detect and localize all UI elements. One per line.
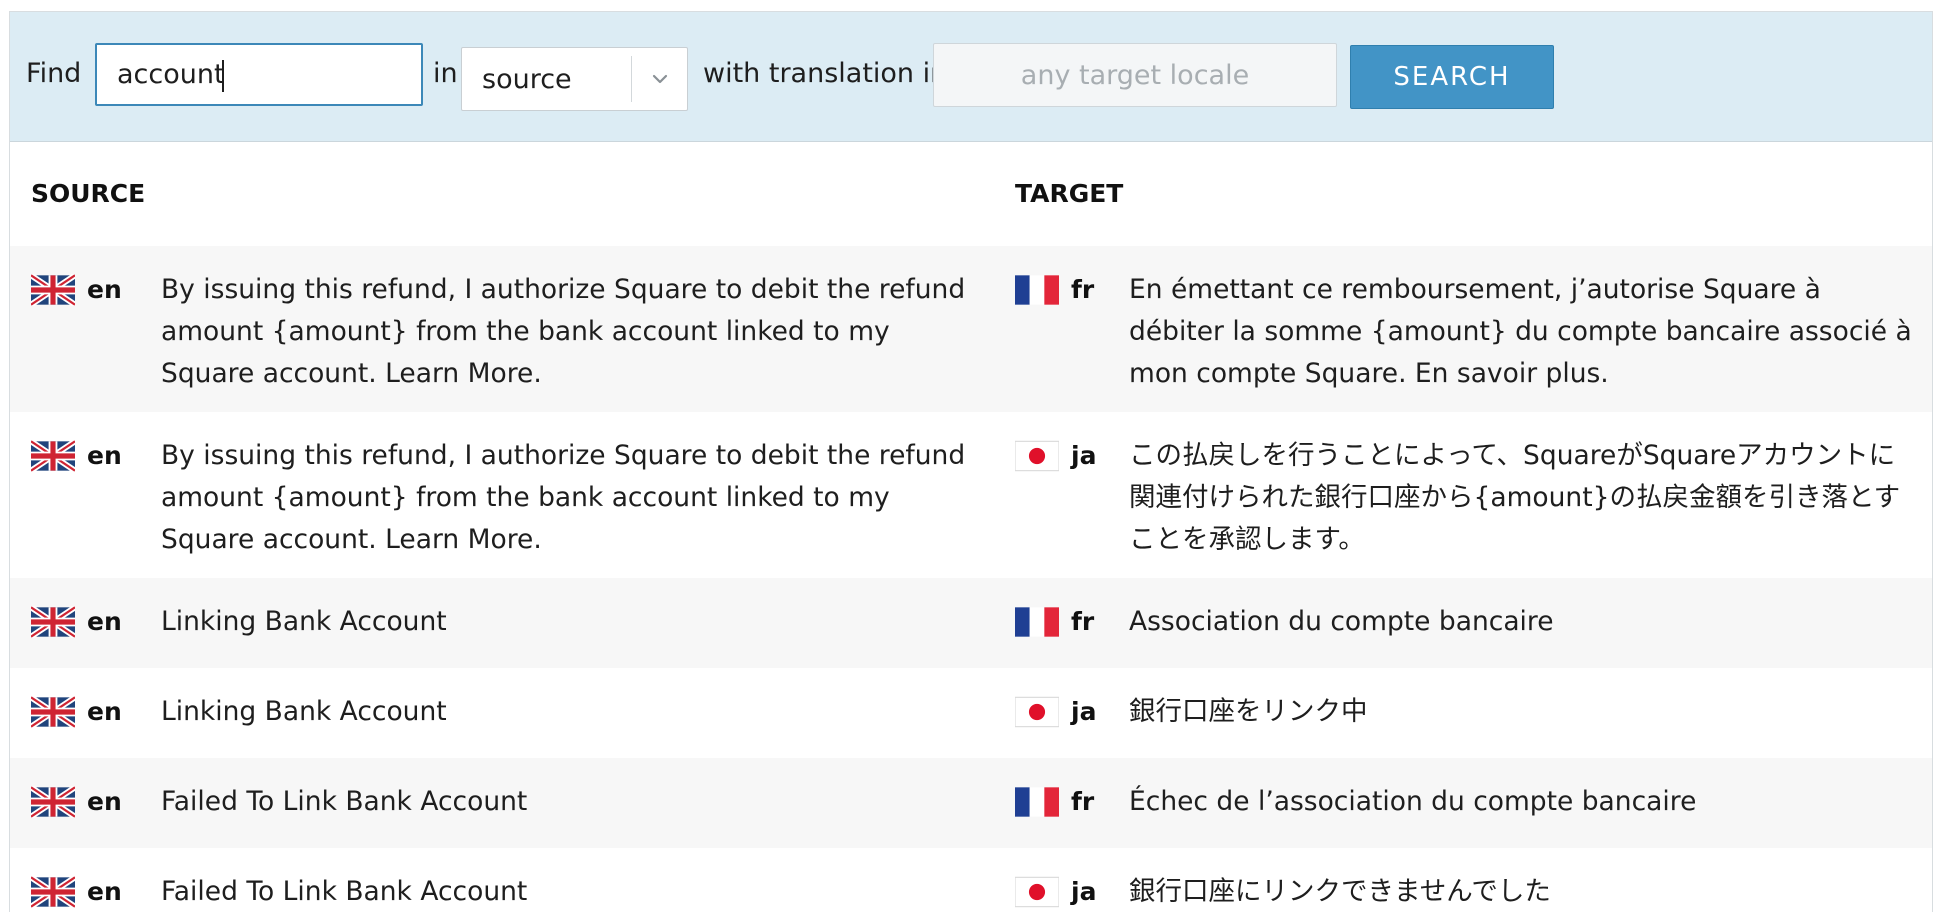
- uk-flag-icon: [31, 876, 75, 908]
- search-bar: Find in source with translation in SEARC…: [10, 12, 1932, 142]
- source-locale: en: [87, 877, 122, 906]
- japan-flag-icon: [1015, 876, 1059, 908]
- table-row[interactable]: en By issuing this refund, I authorize S…: [10, 246, 1932, 412]
- chevron-down-icon[interactable]: [645, 66, 675, 92]
- source-locale: en: [87, 275, 122, 304]
- target-text: この払戻しを行うことによって、SquareがSquareアカウントに関連付けられ…: [1129, 440, 1901, 555]
- source-text: Failed To Link Bank Account: [161, 876, 528, 907]
- translation-locale-label: with translation in: [703, 58, 948, 89]
- source-locale: en: [87, 607, 122, 636]
- table-row[interactable]: en Linking Bank Account fr Association d…: [10, 578, 1932, 668]
- table-row[interactable]: en Linking Bank Account ja 銀行口座をリンク中: [10, 668, 1932, 758]
- source-text: Linking Bank Account: [161, 696, 447, 727]
- search-query-input[interactable]: [95, 43, 423, 106]
- target-text: 銀行口座をリンク中: [1129, 696, 1368, 727]
- table-row[interactable]: en By issuing this refund, I authorize S…: [10, 412, 1932, 578]
- search-button[interactable]: SEARCH: [1350, 45, 1554, 109]
- target-column-header: TARGET: [1015, 179, 1124, 208]
- uk-flag-icon: [31, 274, 75, 306]
- target-locale: fr: [1071, 275, 1095, 304]
- uk-flag-icon: [31, 606, 75, 638]
- source-locale: en: [87, 697, 122, 726]
- uk-flag-icon: [31, 440, 75, 472]
- target-locale: ja: [1071, 697, 1097, 726]
- target-locale-input[interactable]: [933, 43, 1337, 107]
- select-divider: [631, 56, 632, 102]
- target-text: 銀行口座にリンクできませんでした: [1129, 876, 1551, 907]
- france-flag-icon: [1015, 786, 1059, 818]
- source-text: Failed To Link Bank Account: [161, 786, 528, 817]
- target-locale: ja: [1071, 441, 1097, 470]
- uk-flag-icon: [31, 696, 75, 728]
- table-header: SOURCE TARGET: [10, 142, 1932, 246]
- source-text: Linking Bank Account: [161, 606, 447, 637]
- search-field-selected-value: source: [482, 64, 572, 95]
- source-column-header: SOURCE: [31, 179, 146, 208]
- source-text: By issuing this refund, I authorize Squa…: [161, 274, 966, 389]
- target-text: Association du compte bancaire: [1129, 606, 1554, 637]
- france-flag-icon: [1015, 606, 1059, 638]
- table-row[interactable]: en Failed To Link Bank Account ja 銀行口座にリ…: [10, 848, 1932, 912]
- source-text: By issuing this refund, I authorize Squa…: [161, 440, 966, 555]
- target-locale: fr: [1071, 787, 1095, 816]
- source-locale: en: [87, 441, 122, 470]
- japan-flag-icon: [1015, 440, 1059, 472]
- target-text: Échec de l’association du compte bancair…: [1129, 786, 1697, 817]
- find-label: Find: [26, 58, 82, 89]
- france-flag-icon: [1015, 274, 1059, 306]
- text-cursor: [222, 60, 224, 92]
- in-label: in: [433, 58, 458, 89]
- target-text: En émettant ce remboursement, j’autorise…: [1129, 274, 1912, 389]
- uk-flag-icon: [31, 786, 75, 818]
- search-field-select[interactable]: source: [461, 47, 688, 111]
- target-locale: fr: [1071, 607, 1095, 636]
- results-table: SOURCE TARGET en By issuing this refund,…: [10, 142, 1932, 912]
- target-locale: ja: [1071, 877, 1097, 906]
- source-locale: en: [87, 787, 122, 816]
- table-row[interactable]: en Failed To Link Bank Account fr Échec …: [10, 758, 1932, 848]
- translation-search-page: Find in source with translation in SEARC…: [9, 11, 1933, 912]
- japan-flag-icon: [1015, 696, 1059, 728]
